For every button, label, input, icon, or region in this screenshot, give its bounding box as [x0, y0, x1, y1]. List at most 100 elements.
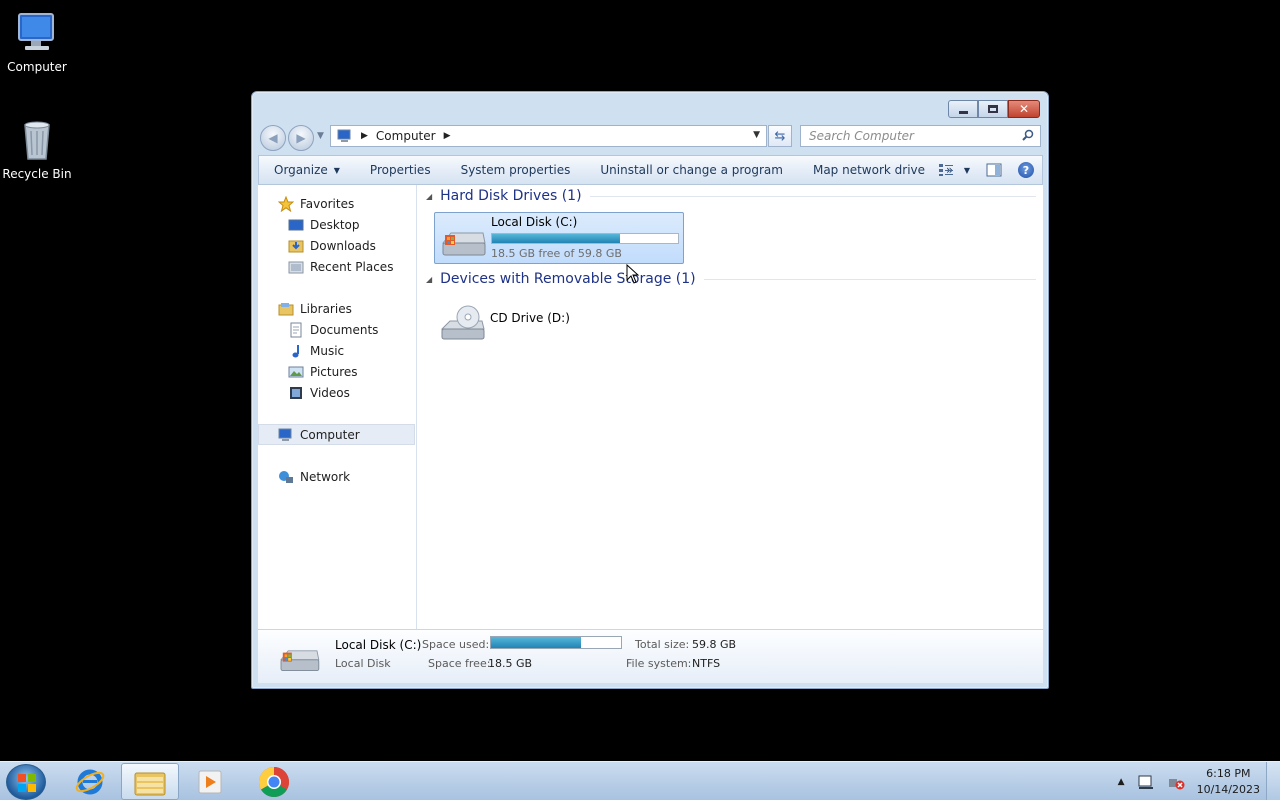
refresh-button[interactable]: ⇆	[768, 125, 792, 147]
search-icon[interactable]	[1022, 129, 1034, 141]
downloads-folder-icon	[288, 238, 304, 254]
breadcrumb-computer[interactable]: Computer	[376, 129, 436, 143]
drive-tile-cd-drive-d[interactable]: CD Drive (D:)	[434, 295, 684, 347]
hard-drive-icon	[441, 232, 486, 256]
collapse-triangle-icon: ◢	[426, 191, 433, 201]
organize-menu[interactable]: Organize ▼	[259, 155, 355, 185]
nav-pictures-label: Pictures	[310, 364, 358, 379]
forward-button[interactable]: ▶	[288, 125, 314, 151]
space-used-bar	[490, 636, 622, 649]
nav-computer[interactable]: Computer	[258, 424, 415, 445]
back-button[interactable]: ◀	[260, 125, 286, 151]
nav-favorites[interactable]: Favorites	[258, 193, 415, 214]
nav-downloads-label: Downloads	[310, 238, 376, 253]
file-system-value: NTFS	[692, 657, 721, 670]
chrome-icon	[258, 766, 290, 797]
minimize-icon	[958, 110, 968, 114]
explorer-window: ✕ ◀ ▶ ▼ ▶ Computer ▶ ▼ ⇆ Organize ▼ Prope…	[251, 91, 1049, 689]
nav-desktop[interactable]: Desktop	[258, 214, 415, 235]
group-divider	[703, 278, 1036, 280]
desktop-icon-computer[interactable]: Computer	[0, 8, 74, 74]
mouse-cursor-icon	[626, 264, 640, 284]
drive-usage-fill	[492, 234, 621, 243]
drive-usage-bar	[491, 233, 679, 244]
group-divider	[589, 195, 1036, 197]
taskbar-media-player[interactable]	[181, 763, 239, 800]
nav-recent-places[interactable]: Recent Places	[258, 256, 415, 277]
collapse-triangle-icon: ◢	[426, 274, 433, 284]
network-disconnected-icon[interactable]	[1167, 774, 1185, 790]
content-pane: ◢ Hard Disk Drives (1) Local Disk (C:) 1…	[418, 185, 1043, 629]
internet-explorer-icon	[75, 769, 105, 794]
close-button[interactable]: ✕	[1008, 100, 1040, 118]
breadcrumb-arrow-icon[interactable]: ▶	[361, 131, 368, 141]
navigation-row: ◀ ▶ ▼ ▶ Computer ▶ ▼ ⇆	[260, 124, 1041, 151]
nav-pictures[interactable]: Pictures	[258, 361, 415, 382]
nav-downloads[interactable]: Downloads	[258, 235, 415, 256]
desktop-folder-icon	[288, 217, 304, 233]
space-used-fill	[491, 637, 581, 648]
total-size-value: 59.8 GB	[692, 638, 737, 651]
nav-libraries-label: Libraries	[300, 301, 352, 316]
nav-libraries[interactable]: Libraries	[258, 298, 415, 319]
taskbar-chrome[interactable]	[245, 763, 303, 800]
drive-tile-local-disk-c[interactable]: Local Disk (C:) 18.5 GB free of 59.8 GB	[434, 212, 684, 264]
chevron-down-icon: ▼	[963, 165, 970, 175]
refresh-icon: ⇆	[774, 128, 786, 144]
taskbar: ▲ 6:18 PM 10/14/2023	[0, 761, 1280, 800]
breadcrumb-arrow-icon[interactable]: ▶	[444, 131, 451, 141]
nav-music-label: Music	[310, 343, 345, 358]
taskbar-windows-explorer[interactable]	[121, 763, 179, 800]
nav-desktop-label: Desktop	[310, 217, 360, 232]
forward-arrow-icon: ▶	[296, 131, 306, 145]
search-box[interactable]	[800, 125, 1041, 147]
change-view-button[interactable]: ▼	[938, 163, 970, 177]
drive-name: Local Disk (C:)	[491, 215, 578, 229]
address-dropdown-icon[interactable]: ▼	[753, 130, 760, 140]
nav-network[interactable]: Network	[258, 466, 415, 487]
help-icon[interactable]: ?	[1018, 162, 1034, 178]
music-icon	[288, 343, 304, 359]
command-bar: Organize ▼ Properties System properties U…	[258, 155, 1043, 185]
minimize-button[interactable]	[948, 100, 978, 118]
system-properties-button[interactable]: System properties	[446, 155, 586, 185]
show-hidden-icons-icon[interactable]: ▲	[1118, 777, 1125, 787]
map-network-drive-button[interactable]: Map network drive	[798, 155, 940, 185]
nav-videos[interactable]: Videos	[258, 382, 415, 403]
clock-date: 10/14/2023	[1196, 782, 1260, 796]
group-header-hard-disk-drives[interactable]: ◢ Hard Disk Drives (1)	[426, 188, 1036, 204]
clock-time: 6:18 PM	[1206, 766, 1251, 780]
address-bar[interactable]: ▶ Computer ▶ ▼	[330, 125, 767, 147]
drive-free-space: 18.5 GB free of 59.8 GB	[491, 247, 622, 260]
view-list-icon	[938, 164, 953, 176]
taskbar-internet-explorer[interactable]	[61, 763, 119, 800]
preview-pane-icon[interactable]	[986, 163, 1002, 177]
nav-computer-label: Computer	[300, 427, 360, 442]
network-icon	[278, 469, 294, 485]
search-input[interactable]	[809, 129, 1009, 143]
system-tray: ▲ 6:18 PM 10/14/2023	[1118, 762, 1260, 800]
windows-explorer-icon	[134, 772, 166, 795]
nav-music[interactable]: Music	[258, 340, 415, 361]
uninstall-program-button[interactable]: Uninstall or change a program	[585, 155, 798, 185]
maximize-button[interactable]	[978, 100, 1008, 118]
recycle-bin-icon	[13, 115, 61, 163]
nav-documents[interactable]: Documents	[258, 319, 415, 340]
desktop-icon-recycle-bin[interactable]: Recycle Bin	[0, 115, 74, 181]
start-button[interactable]	[6, 764, 46, 800]
group-header-removable-storage[interactable]: ◢ Devices with Removable Storage (1)	[426, 271, 1036, 287]
pictures-icon	[288, 364, 304, 380]
properties-button[interactable]: Properties	[355, 155, 446, 185]
space-free-label: Space free:	[428, 657, 491, 670]
chevron-down-icon: ▼	[333, 165, 340, 175]
star-icon	[277, 195, 295, 212]
hard-drive-icon	[280, 650, 320, 672]
recent-pages-dropdown[interactable]: ▼	[317, 131, 324, 141]
details-pane: Local Disk (C:) Local Disk Space used: S…	[258, 629, 1043, 683]
maximize-icon	[988, 105, 998, 113]
action-center-icon[interactable]	[1137, 774, 1155, 790]
details-name: Local Disk (C:)	[335, 638, 422, 652]
back-arrow-icon: ◀	[268, 131, 278, 145]
show-desktop-button[interactable]	[1266, 762, 1280, 800]
taskbar-clock[interactable]: 6:18 PM 10/14/2023	[1197, 766, 1260, 798]
